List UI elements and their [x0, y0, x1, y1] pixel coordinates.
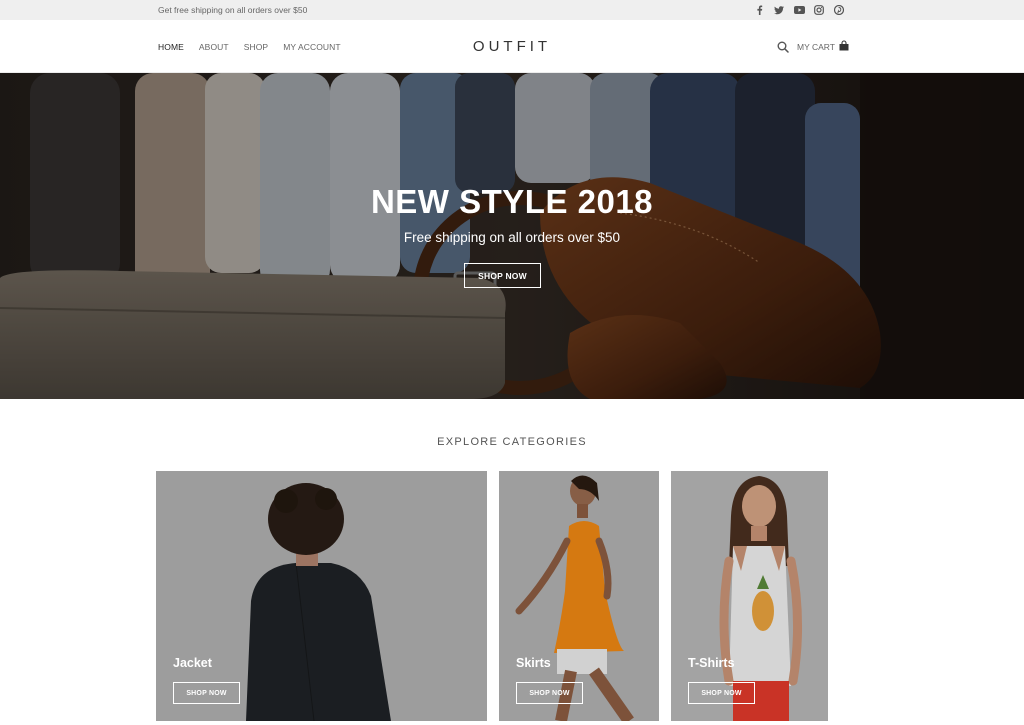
category-card-skirts[interactable]: Skirts SHOP NOW	[499, 471, 659, 721]
categories-heading: EXPLORE CATEGORIES	[437, 436, 587, 448]
nav-my-account[interactable]: MY ACCOUNT	[283, 42, 341, 52]
facebook-icon[interactable]	[749, 2, 769, 18]
nav-shop[interactable]: SHOP	[244, 42, 269, 52]
shopping-bag-icon	[839, 38, 849, 56]
tshirts-shop-now-button[interactable]: SHOP NOW	[688, 682, 755, 704]
main-nav: HOME ABOUT SHOP MY ACCOUNT	[158, 20, 356, 73]
site-logo[interactable]: OUTFIT	[473, 38, 551, 55]
hero-title: NEW STYLE 2018	[370, 183, 654, 220]
skirts-shop-now-button[interactable]: SHOP NOW	[516, 682, 583, 704]
site-header: HOME ABOUT SHOP MY ACCOUNT OUTFIT MY CAR…	[0, 20, 1024, 73]
category-label-skirts: Skirts	[516, 656, 551, 670]
search-icon[interactable]	[777, 40, 789, 53]
category-card-jacket[interactable]: Jacket SHOP NOW	[156, 471, 487, 721]
category-label-tshirts: T-Shirts	[688, 656, 735, 670]
nav-home[interactable]: HOME	[158, 42, 184, 52]
top-announcement-bar: Get free shipping on all orders over $50	[0, 0, 1024, 20]
cart-label: MY CART	[797, 41, 835, 52]
youtube-icon[interactable]	[789, 2, 809, 18]
instagram-icon[interactable]	[809, 2, 829, 18]
category-label-jacket: Jacket	[173, 656, 212, 670]
pinterest-icon[interactable]	[829, 2, 849, 18]
cart-link[interactable]: MY CART	[797, 39, 849, 54]
shipping-announcement: Get free shipping on all orders over $50	[158, 5, 308, 15]
social-links	[749, 2, 849, 18]
category-card-tshirts[interactable]: T-Shirts SHOP NOW	[671, 471, 828, 721]
nav-about[interactable]: ABOUT	[199, 42, 229, 52]
hero-banner: NEW STYLE 2018 Free shipping on all orde…	[0, 73, 1024, 399]
hero-subtitle: Free shipping on all orders over $50	[403, 230, 621, 245]
hero-shop-now-button[interactable]: SHOP NOW	[464, 263, 541, 288]
jacket-shop-now-button[interactable]: SHOP NOW	[173, 682, 240, 704]
twitter-icon[interactable]	[769, 2, 789, 18]
